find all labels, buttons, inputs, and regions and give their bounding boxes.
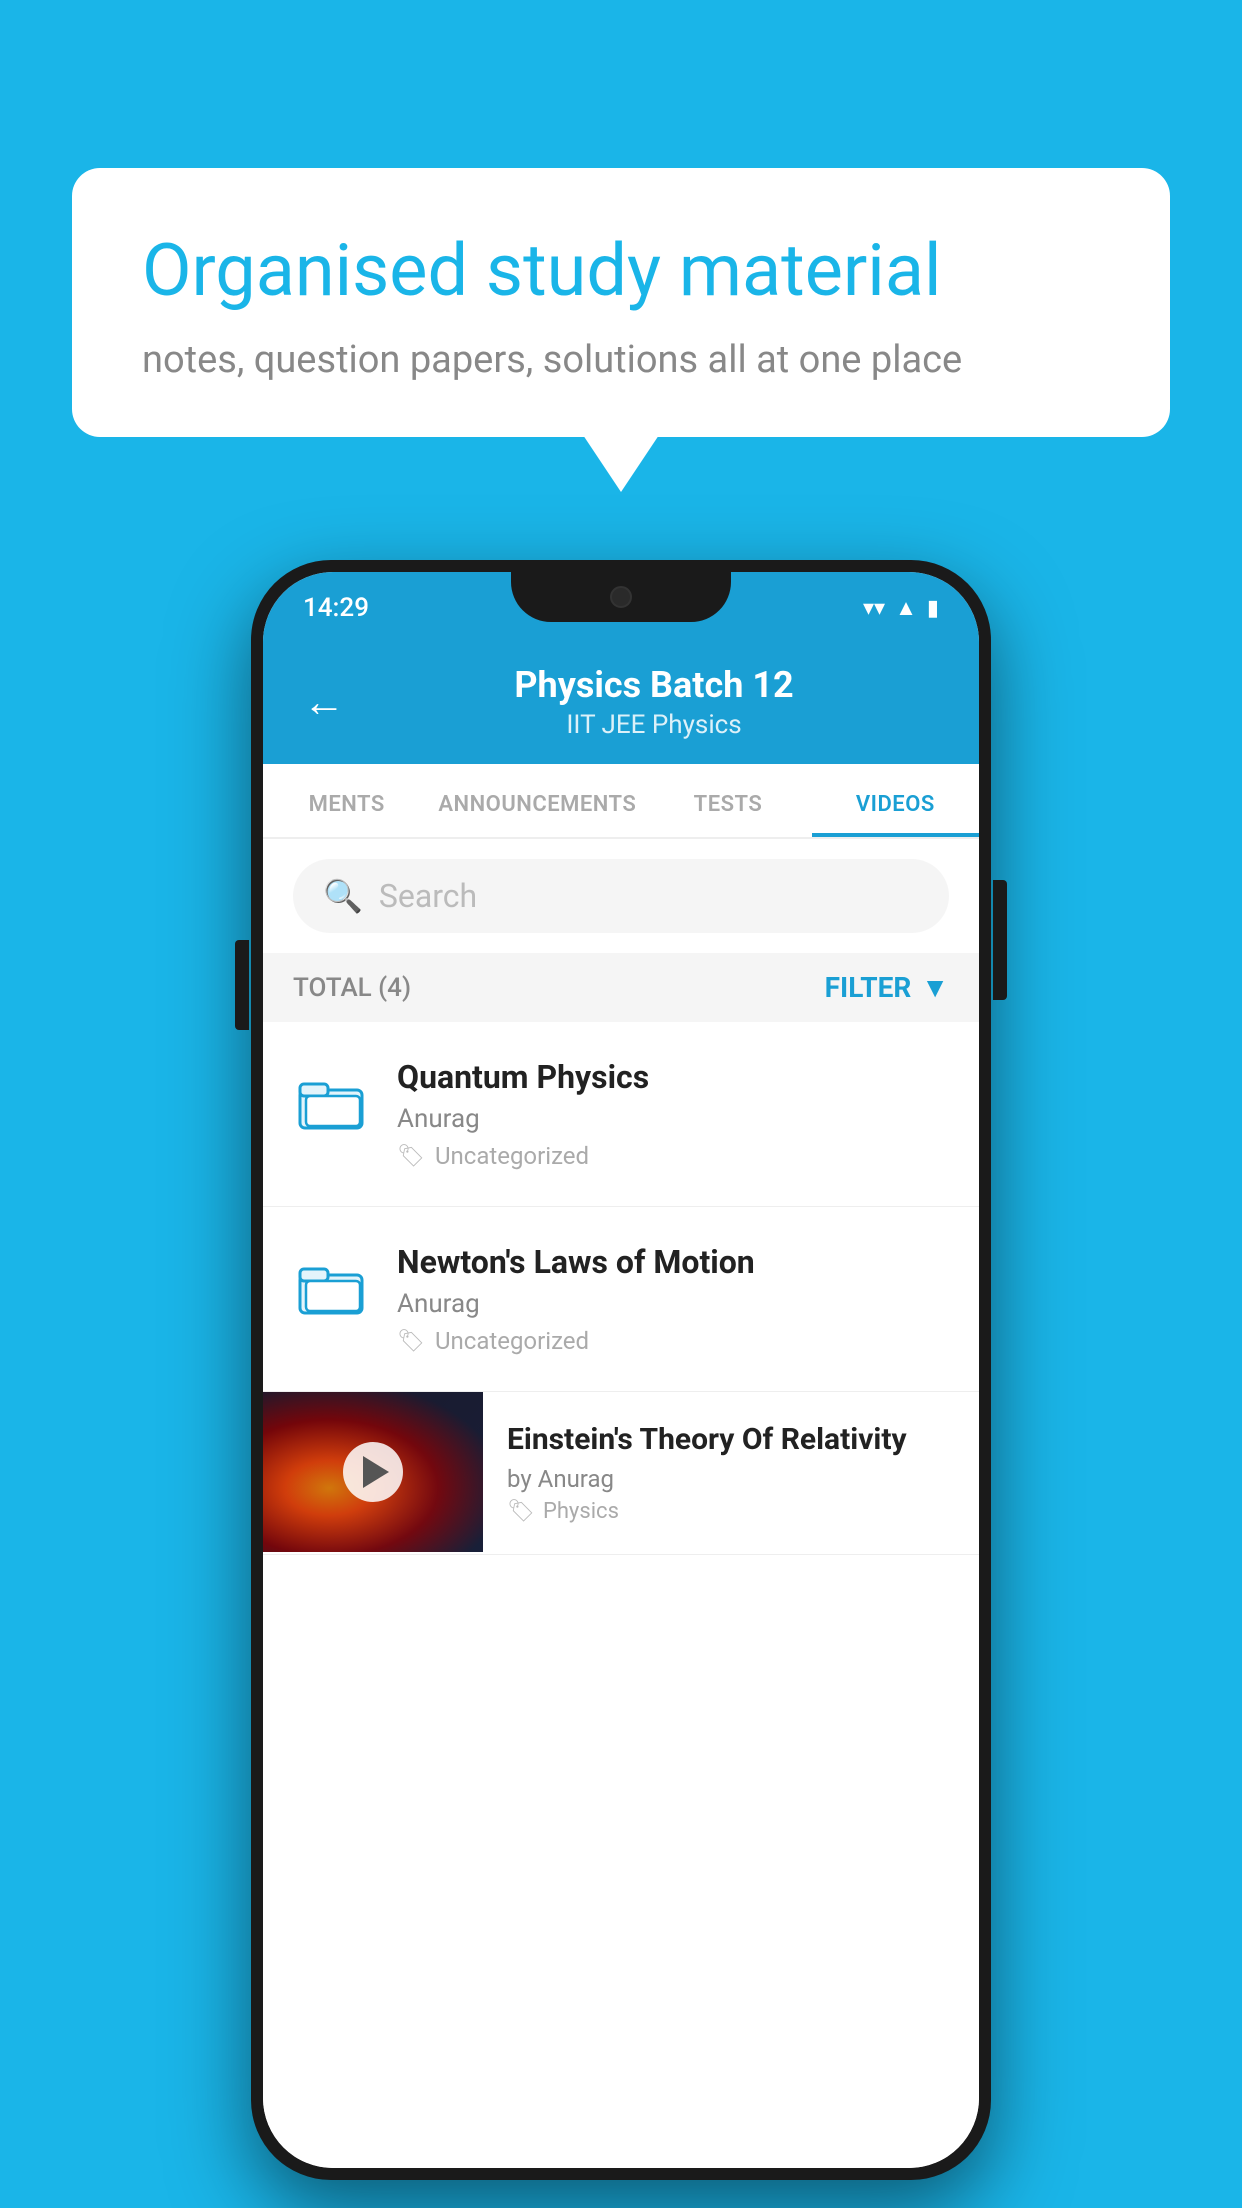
item-title-3: Einstein's Theory Of Relativity: [507, 1422, 955, 1457]
search-placeholder-text: Search: [379, 877, 477, 915]
item-author-1: Anurag: [397, 1104, 949, 1134]
tag-icon-3: 🏷: [507, 1499, 535, 1524]
total-count: TOTAL (4): [293, 973, 411, 1003]
item-tag-2: 🏷 Uncategorized: [397, 1327, 949, 1355]
screen-subtitle: IIT JEE Physics: [369, 710, 939, 740]
tag-icon-1: 🏷: [397, 1144, 425, 1169]
item-title-2: Newton's Laws of Motion: [397, 1243, 949, 1281]
tab-tests[interactable]: TESTS: [644, 764, 811, 837]
filter-funnel-icon: ▼: [921, 971, 949, 1004]
list-item[interactable]: Quantum Physics Anurag 🏷 Uncategorized: [263, 1022, 979, 1207]
back-button[interactable]: ←: [303, 678, 345, 727]
tab-announcements[interactable]: ANNOUNCEMENTS: [430, 764, 644, 837]
content-list: Quantum Physics Anurag 🏷 Uncategorized: [263, 1022, 979, 2168]
screen-title: Physics Batch 12: [369, 664, 939, 706]
tab-ments[interactable]: MENTS: [263, 764, 430, 837]
filter-row: TOTAL (4) FILTER ▼: [263, 953, 979, 1022]
app-header: ← Physics Batch 12 IIT JEE Physics: [263, 644, 979, 764]
item-tag-1: 🏷 Uncategorized: [397, 1142, 949, 1170]
header-title-group: Physics Batch 12 IIT JEE Physics: [369, 664, 939, 740]
folder-icon-1: [293, 1062, 373, 1142]
filter-label: FILTER: [825, 971, 912, 1004]
list-item[interactable]: Newton's Laws of Motion Anurag 🏷 Uncateg…: [263, 1207, 979, 1392]
item-content-3: Einstein's Theory Of Relativity by Anura…: [483, 1392, 979, 1554]
speech-bubble: Organised study material notes, question…: [72, 168, 1170, 437]
bubble-title: Organised study material: [142, 228, 1100, 314]
screen-content: ← Physics Batch 12 IIT JEE Physics MENTS…: [263, 644, 979, 2168]
search-icon: 🔍: [323, 877, 363, 915]
item-author-2: Anurag: [397, 1289, 949, 1319]
play-triangle-icon: [363, 1456, 389, 1488]
wifi-icon: ▾▾: [863, 596, 885, 621]
filter-button[interactable]: FILTER ▼: [825, 971, 949, 1004]
tag-icon-2: 🏷: [397, 1329, 425, 1354]
status-icons: ▾▾ ▲ ▮: [863, 595, 939, 621]
play-button[interactable]: [343, 1442, 403, 1502]
search-container: 🔍 Search: [263, 839, 979, 953]
item-tag-3: 🏷 Physics: [507, 1499, 955, 1524]
phone-wrapper: 14:29 ▾▾ ▲ ▮ ← Physics Batch 12 IIT JEE …: [251, 560, 991, 2180]
notch: [511, 572, 731, 622]
battery-icon: ▮: [927, 596, 939, 621]
item-content-1: Quantum Physics Anurag 🏷 Uncategorized: [397, 1058, 949, 1170]
video-thumbnail: [263, 1392, 483, 1552]
folder-icon-2: [293, 1247, 373, 1327]
status-bar: 14:29 ▾▾ ▲ ▮: [263, 572, 979, 644]
status-time: 14:29: [303, 593, 369, 623]
tab-videos[interactable]: VIDEOS: [812, 764, 979, 837]
tabs-bar: MENTS ANNOUNCEMENTS TESTS VIDEOS: [263, 764, 979, 839]
phone-screen: 14:29 ▾▾ ▲ ▮ ← Physics Batch 12 IIT JEE …: [263, 572, 979, 2168]
list-item-video[interactable]: Einstein's Theory Of Relativity by Anura…: [263, 1392, 979, 1555]
item-title-1: Quantum Physics: [397, 1058, 949, 1096]
phone-outer: 14:29 ▾▾ ▲ ▮ ← Physics Batch 12 IIT JEE …: [251, 560, 991, 2180]
camera-dot: [610, 586, 632, 608]
search-input-wrapper[interactable]: 🔍 Search: [293, 859, 949, 933]
signal-icon: ▲: [895, 595, 917, 621]
item-content-2: Newton's Laws of Motion Anurag 🏷 Uncateg…: [397, 1243, 949, 1355]
bubble-subtitle: notes, question papers, solutions all at…: [142, 338, 1100, 382]
item-author-3: by Anurag: [507, 1465, 955, 1493]
